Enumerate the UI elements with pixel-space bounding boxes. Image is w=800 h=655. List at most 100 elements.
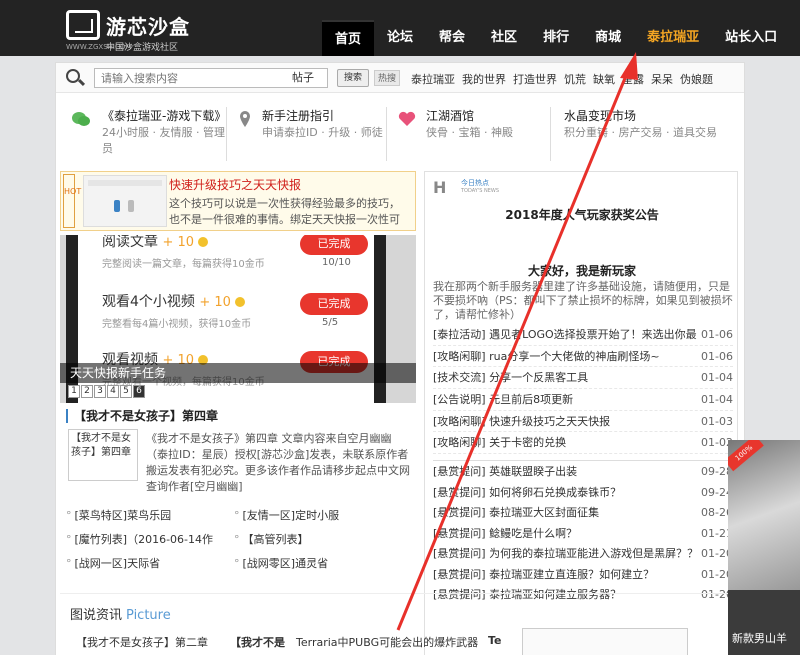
list-item[interactable]: [悬赏提问] 鲶鳗吃是什么啊？ 01-21 — [433, 524, 733, 545]
article-thumbnail[interactable]: 【我才不是女孩子】第四章 — [68, 429, 138, 481]
slide-caption[interactable]: 天天快报新手任务 — [60, 363, 416, 383]
server-link[interactable]: [战网一区]天际省 — [66, 555, 161, 571]
task-title: 观看4个小视频 — [102, 294, 195, 310]
site-logo[interactable]: 游芯沙盒 WWW.ZGXSH.COM 中国沙盒游戏社区 — [66, 10, 206, 53]
promo-card[interactable]: HOT 快速升级技巧之天天快报 这个技巧可以说是一次性获得经验最多的技巧，也不是… — [60, 171, 416, 231]
search-button[interactable]: 搜索 — [337, 69, 369, 87]
main-nav: 首页 论坛 帮会 社区 排行 商城 泰拉瑞亚 站长入口 — [322, 20, 790, 56]
welcome-intro: 我在那两个新手服务器里建了许多基础设施，请随便用，只是不要损坏吶（PS：都叫下了… — [433, 280, 733, 321]
promo-title[interactable]: 快速升级技巧之天天快报 — [169, 176, 301, 193]
task-item: 阅读文章 + 10 完整阅读一篇文章，每篇获得10金币 已完成 10/10 — [94, 235, 384, 275]
quick-title[interactable]: 新手注册指引 — [262, 107, 334, 124]
chat-bubble-icon — [72, 112, 90, 126]
nav-forum[interactable]: 论坛 — [374, 20, 426, 56]
main-content: 帖子 搜索 热搜 泰拉瑞亚 我的世界 打造世界 饥荒 缺氧 星露 呆呆 伪娘题 … — [55, 62, 745, 655]
news-headline[interactable]: 2018年度人气玩家获奖公告 — [425, 206, 739, 223]
quick-links[interactable]: 积分重铸 · 房产交易 · 道具交易 — [564, 125, 717, 141]
list-item[interactable]: [攻略闲聊] 关于卡密的兑换 01-02 — [433, 432, 733, 455]
question-title[interactable]: [悬赏提问] 鲶鳗吃是什么啊？ — [433, 524, 577, 545]
question-title[interactable]: [悬赏提问] 为何我的泰拉瑞亚能进入游戏但是黑屏？？？ — [433, 544, 697, 565]
coin-icon — [234, 297, 245, 307]
nav-admin[interactable]: 站长入口 — [712, 20, 790, 56]
task-desc: 完整阅读一篇文章，每篇获得10金币 — [102, 259, 265, 270]
list-item[interactable]: [悬赏提问] 英雄联盟睽子出装 09-28 — [433, 462, 733, 483]
question-list: [悬赏提问] 英雄联盟睽子出装 09-28 [悬赏提问] 如何将卵石兑换成泰铢币？… — [433, 460, 733, 606]
list-item[interactable]: [悬赏提问] 如何将卵石兑换成泰铢币？ 09-24 — [433, 483, 733, 504]
server-link[interactable]: [战网零区]通灵省 — [234, 555, 329, 571]
news-panel: H 今日热点 TODAY'S NEWS 2018年度人气玩家获奖公告 大家好，我… — [424, 171, 738, 655]
side-advertisement[interactable]: 100% 新款男山羊 — [728, 440, 800, 655]
ad-text: 新款男山羊 — [732, 632, 787, 645]
quick-register: 新手注册指引 申请泰拉ID · 升级 · 师徒 — [226, 107, 386, 177]
slide-dot-active[interactable]: 6 — [133, 385, 145, 398]
hot-link[interactable]: 泰拉瑞亚 — [411, 71, 455, 87]
news-title[interactable]: [攻略闲聊] rua分享一个大佬做的神庙刷怪场~ — [433, 346, 660, 367]
quick-links[interactable]: 申请泰拉ID · 升级 · 师徒 — [262, 125, 383, 141]
nav-shop[interactable]: 商城 — [582, 20, 634, 56]
server-link[interactable]: [菜鸟特区]菜鸟乐园 — [66, 507, 172, 523]
list-item[interactable]: [悬赏提问] 泰拉瑞亚建立直连服？如何建立？ 01-20 — [433, 565, 733, 586]
search-type-select[interactable]: 帖子 — [282, 69, 324, 87]
quick-links[interactable]: 侠骨 · 宝箱 · 神殿 — [426, 125, 513, 141]
nav-guild[interactable]: 帮会 — [426, 20, 478, 56]
list-item[interactable]: [攻略闲聊] 快速升级技巧之天天快报 01-03 — [433, 411, 733, 433]
server-link[interactable]: [魔竹列表]（2016-06-14作 — [66, 531, 214, 547]
hot-link[interactable]: 缺氧 — [593, 71, 615, 87]
featured-article: 【我才不是女孩子】第四章 【我才不是女孩子】第四章 《我才不是女孩子》第四章 文… — [60, 409, 416, 499]
quick-title[interactable]: 江湖酒馆 — [426, 107, 474, 124]
slide-dot[interactable]: 4 — [107, 385, 119, 398]
server-link[interactable]: 【高管列表】 — [234, 531, 309, 547]
hot-link[interactable]: 我的世界 — [462, 71, 506, 87]
picture-caption[interactable]: 【我才不是 — [230, 634, 285, 650]
quick-links[interactable]: 24小时服 · 友情服 · 管理员 — [102, 125, 226, 157]
news-title[interactable]: [泰拉活动] 遇见者LOGO选择投票开始了！来选出你最心 — [433, 324, 697, 345]
picture-placeholder[interactable] — [522, 628, 688, 655]
image-slider[interactable]: 阅读文章 + 10 完整阅读一篇文章，每篇获得10金币 已完成 10/10 观看… — [60, 235, 416, 403]
nav-community[interactable]: 社区 — [478, 20, 530, 56]
list-item[interactable]: [悬赏提问] 为何我的泰拉瑞亚能进入游戏但是黑屏？？？ 01-20 — [433, 544, 733, 565]
article-title[interactable]: 【我才不是女孩子】第四章 — [66, 409, 218, 423]
news-title[interactable]: [攻略闲聊] 关于卡密的兑换 — [433, 432, 566, 453]
hot-link[interactable]: 呆呆 — [651, 71, 673, 87]
list-item[interactable]: [泰拉活动] 遇见者LOGO选择投票开始了！来选出你最心 01-06 — [433, 324, 733, 346]
nav-ranking[interactable]: 排行 — [530, 20, 582, 56]
slide-dot[interactable]: 2 — [81, 385, 93, 398]
list-item[interactable]: [公告说明] 元旦前后8项更新 01-04 — [433, 389, 733, 411]
task-count: 10/10 — [322, 257, 351, 268]
divider — [386, 107, 387, 161]
question-title[interactable]: [悬赏提问] 泰拉瑞亚建立直连服？如何建立？ — [433, 565, 654, 586]
question-title[interactable]: [悬赏提问] 泰拉瑞亚大区封面征集 — [433, 503, 599, 524]
list-item[interactable]: [攻略闲聊] rua分享一个大佬做的神庙刷怪场~ 01-06 — [433, 346, 733, 368]
task-title: 阅读文章 — [102, 235, 158, 250]
task-points: + 10 — [162, 235, 195, 250]
slide-dot[interactable]: 3 — [94, 385, 106, 398]
list-item[interactable]: [技术交流] 分享一个反黑客工具 01-04 — [433, 367, 733, 390]
slide-dot[interactable]: 5 — [120, 385, 132, 398]
news-title[interactable]: [公告说明] 元旦前后8项更新 — [433, 389, 573, 410]
hot-link[interactable]: 星露 — [622, 71, 644, 87]
top-header: 游芯沙盒 WWW.ZGXSH.COM 中国沙盒游戏社区 首页 论坛 帮会 社区 … — [0, 0, 800, 56]
picture-caption[interactable]: 【我才不是女孩子】第二章 — [76, 634, 208, 650]
search-icon — [66, 69, 80, 83]
location-pin-icon — [240, 111, 250, 127]
task-points: + 10 — [199, 295, 231, 310]
news-title[interactable]: [攻略闲聊] 快速升级技巧之天天快报 — [433, 411, 610, 432]
question-title[interactable]: [悬赏提问] 英雄联盟睽子出装 — [433, 462, 577, 483]
quick-title[interactable]: 《泰拉瑞亚-游戏下载》 — [102, 107, 226, 124]
hot-link[interactable]: 饥荒 — [564, 71, 586, 87]
slide-dot[interactable]: 1 — [68, 385, 80, 398]
picture-caption[interactable]: Te — [488, 634, 502, 647]
hot-link[interactable]: 打造世界 — [513, 71, 557, 87]
nav-terraria[interactable]: 泰拉瑞亚 — [634, 20, 712, 56]
picture-news: 图说资讯 Picture 【我才不是女孩子】第二章 【我才不是 Terraria中… — [60, 593, 738, 655]
list-item[interactable]: [悬赏提问] 泰拉瑞亚大区封面征集 08-26 — [433, 503, 733, 524]
nav-home[interactable]: 首页 — [322, 20, 375, 56]
news-title[interactable]: [技术交流] 分享一个反黑客工具 — [433, 367, 588, 388]
today-news-cn: 今日热点 — [461, 179, 489, 187]
server-link[interactable]: [友情一区]定时小服 — [234, 507, 340, 523]
quick-title[interactable]: 水晶变现市场 — [564, 107, 636, 124]
picture-caption[interactable]: Terraria中PUBG可能会出的爆炸武器 — [296, 634, 478, 650]
welcome-title[interactable]: 大家好，我是新玩家 — [425, 262, 739, 279]
hot-link[interactable]: 伪娘题 — [680, 71, 713, 87]
question-title[interactable]: [悬赏提问] 如何将卵石兑换成泰铢币？ — [433, 483, 621, 504]
